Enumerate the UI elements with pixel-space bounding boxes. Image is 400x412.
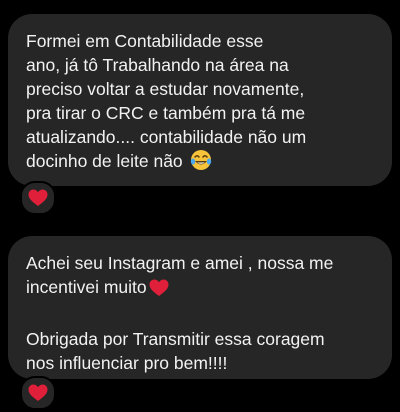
face-with-tears-of-joy-icon [190, 149, 212, 177]
message-line: ano, já tô Trabalhando na área na [26, 55, 289, 75]
red-heart-icon [28, 189, 48, 207]
message-bubble-2[interactable]: Achei seu Instagram e amei , nossa me in… [8, 236, 392, 379]
reaction-badge[interactable] [20, 181, 56, 215]
reaction-badge[interactable] [20, 376, 56, 410]
red-heart-icon [149, 279, 169, 303]
message-line: pra tirar o CRC e também pra tá me [26, 103, 306, 123]
message-bubble-1[interactable]: Formei em Contabilidade esse ano, já tô … [8, 14, 392, 186]
message-line: Obrigada por Transmitir essa coragem [26, 329, 325, 349]
message-line-with-heart: incentivei muito [26, 275, 374, 303]
red-heart-icon [28, 384, 48, 402]
message-line: nos influenciar pro bem!!!! [26, 353, 228, 373]
message-line-text: incentivei muito [26, 277, 147, 297]
message-line: Formei em Contabilidade esse [26, 31, 264, 51]
message-line-last: docinho de leite não [26, 149, 374, 177]
message-line: preciso voltar a estudar novamente, [26, 79, 305, 99]
message-line: atualizando.... contabilidade não um [26, 127, 307, 147]
message-line: Achei seu Instagram e amei , nossa me [26, 253, 334, 273]
message-line-text: docinho de leite não [26, 151, 183, 171]
